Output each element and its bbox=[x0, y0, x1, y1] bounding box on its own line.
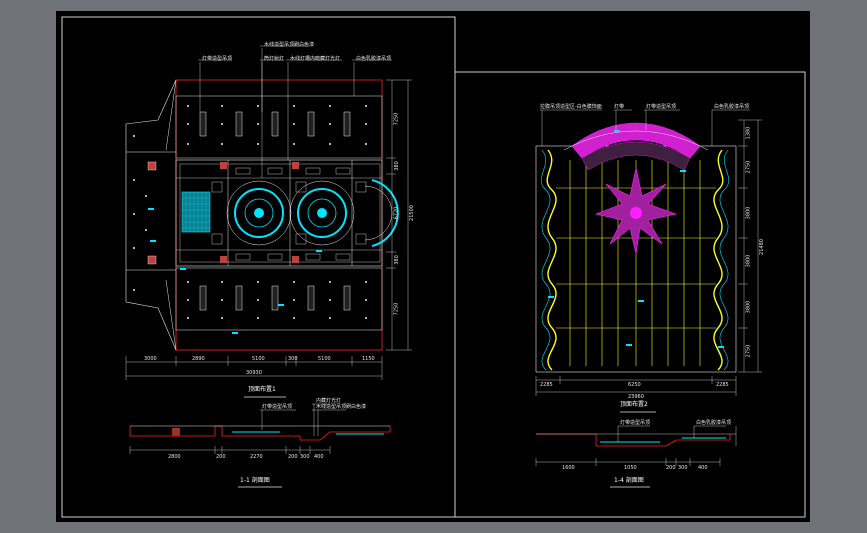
left-callout-1: 灯带造型吊顶 bbox=[202, 56, 233, 62]
right-dim-right-1: 1380 bbox=[745, 126, 752, 140]
right-dim-right-4: 3800 bbox=[745, 254, 752, 268]
left-section-dim-3: 2270 bbox=[250, 454, 263, 460]
right-dim-bottom-2: 6250 bbox=[628, 382, 641, 388]
left-callout-5: 白色乳胶漆吊顶 bbox=[356, 56, 392, 62]
cad-drawing-canvas bbox=[56, 11, 810, 522]
left-dim-right-5: 7250 bbox=[393, 302, 400, 316]
right-dim-right-6: 2750 bbox=[745, 344, 752, 358]
right-callout-4: 白色乳胶漆吊顶 bbox=[714, 104, 750, 110]
right-section-dim-1: 1600 bbox=[562, 465, 575, 471]
left-dim-bottom-1: 3000 bbox=[144, 356, 157, 362]
left-section-callout-3: 木线造型吊顶刷白色漆 bbox=[316, 404, 367, 410]
left-section-callout-1: 灯带造型吊顶 bbox=[262, 404, 293, 410]
left-dim-bottom-2: 2890 bbox=[192, 356, 205, 362]
left-callout-4: 木线灯槽内暗藏灯光灯 bbox=[290, 56, 341, 62]
left-dim-total: 30930 bbox=[246, 370, 262, 376]
right-section-callout-2: 白色乳胶漆吊顶 bbox=[696, 420, 732, 426]
right-dim-right-total: 21480 bbox=[758, 239, 765, 255]
left-callout-2: 木线造型吊顶刷白色漆 bbox=[264, 42, 315, 48]
left-callout-3: 筒灯射灯 bbox=[264, 56, 285, 62]
right-dim-total: 23960 bbox=[628, 394, 644, 400]
right-section-dim-3: 200 bbox=[666, 465, 676, 471]
left-plan-title: 顶面布置1 bbox=[248, 386, 276, 393]
right-section-title: 1-4 剖面图 bbox=[614, 477, 644, 484]
left-section-title: 1-1 剖面图 bbox=[240, 477, 270, 484]
left-dim-right-1: 7250 bbox=[393, 112, 400, 126]
left-section-dim-4: 200 bbox=[288, 454, 298, 460]
left-dim-right-4: 380 bbox=[393, 255, 400, 265]
left-dim-right-2: 380 bbox=[393, 161, 400, 171]
left-dim-bottom-3: 5100 bbox=[252, 356, 265, 362]
right-section-dim-4: 300 bbox=[678, 465, 688, 471]
right-callout-1: 拉膜吊顶造型区-白色膜饰面 bbox=[540, 104, 602, 110]
right-dim-right-3: 3800 bbox=[745, 206, 752, 220]
left-dim-right-3: 6720 bbox=[393, 206, 400, 220]
right-callout-2: 灯带 bbox=[614, 104, 625, 110]
right-dim-bottom-3: 2285 bbox=[716, 382, 729, 388]
drawing-sheet bbox=[56, 11, 810, 522]
left-dim-bottom-4: 300 bbox=[288, 356, 298, 362]
right-dim-bottom-1: 2285 bbox=[540, 382, 553, 388]
right-plan-title: 顶面布置2 bbox=[620, 401, 648, 408]
right-section-dim-5: 400 bbox=[698, 465, 708, 471]
right-dim-right-5: 3800 bbox=[745, 300, 752, 314]
left-dim-bottom-6: 1150 bbox=[362, 356, 375, 362]
right-section-dim-2: 1050 bbox=[624, 465, 637, 471]
left-dim-right-total: 21500 bbox=[408, 205, 415, 221]
right-dim-right-2: 2750 bbox=[745, 160, 752, 174]
left-dim-bottom-5: 5100 bbox=[318, 356, 331, 362]
right-callout-3: 灯带造型吊顶 bbox=[646, 104, 677, 110]
left-section-dim-5: 300 bbox=[300, 454, 310, 460]
left-section-dim-1: 2800 bbox=[168, 454, 181, 460]
left-section-dim-6: 400 bbox=[314, 454, 324, 460]
right-section-callout-1: 灯带造型吊顶 bbox=[620, 420, 651, 426]
left-section-dim-2: 200 bbox=[216, 454, 226, 460]
